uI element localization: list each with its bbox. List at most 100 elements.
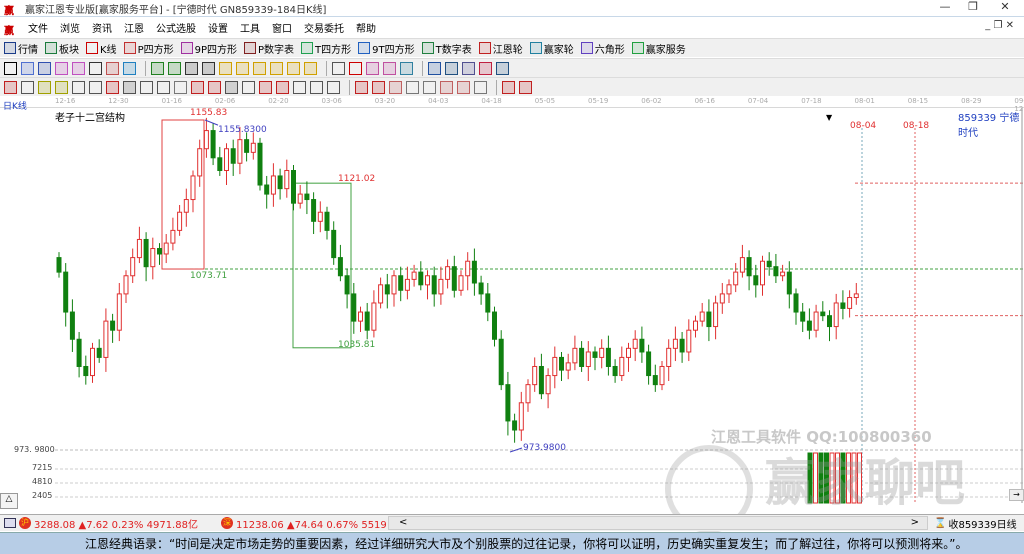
tool-icon-6[interactable] <box>106 80 119 94</box>
calculator-icon[interactable] <box>4 518 16 528</box>
tool-icon-15[interactable] <box>259 80 272 94</box>
candle-up <box>297 193 303 204</box>
toolbar-button-6[interactable]: T四方形 <box>301 41 351 56</box>
tool-icon-4[interactable] <box>72 80 85 94</box>
shenzhen-index[interactable]: 11238.06 ▲74.64 0.67% 5519.72亿 <box>236 516 386 531</box>
tool-icon-22[interactable] <box>400 61 413 75</box>
tool-icon-12[interactable] <box>219 61 232 75</box>
tool-icon-23[interactable] <box>406 80 419 94</box>
restore-button[interactable]: ❐ <box>958 0 988 16</box>
tool-icon-2[interactable] <box>38 80 51 94</box>
tool-icon-24[interactable] <box>445 61 458 75</box>
tool-icon-25[interactable] <box>462 61 475 75</box>
tool-icon-17[interactable] <box>293 80 306 94</box>
tool-icon-24[interactable] <box>423 80 436 94</box>
tool-icon-18[interactable] <box>310 80 323 94</box>
tool-icon-11[interactable] <box>191 80 204 94</box>
tool-icon-27[interactable] <box>474 80 487 94</box>
tool-icon-7[interactable] <box>123 80 136 94</box>
tool-icon-15[interactable] <box>270 61 283 75</box>
toolbar-button-11[interactable]: 六角形 <box>580 41 625 56</box>
kline-chart[interactable]: 老子十二宫结构 859339 宁德时代 ▼ 08-04 08-18 1155.8… <box>0 108 1024 533</box>
tool-icon-17[interactable] <box>304 61 317 75</box>
tool-icon-9[interactable] <box>168 61 181 75</box>
menu-item-8[interactable]: 交易委托 <box>304 20 344 35</box>
tool-icon-10[interactable] <box>174 80 187 94</box>
tool-icon-4[interactable] <box>72 61 85 75</box>
shanghai-index[interactable]: 3288.08 ▲7.62 0.23% 4971.88亿 <box>34 516 209 531</box>
low-line-label: 973.9800 <box>523 443 566 453</box>
tool-icon-27[interactable] <box>496 61 509 75</box>
toolbar-button-3[interactable]: P四方形 <box>123 41 174 56</box>
toolbar-button-2[interactable]: K线 <box>86 41 117 56</box>
tool-icon-25[interactable] <box>440 80 453 94</box>
mdi-controls[interactable]: _ ❐ ✕ <box>985 20 1014 31</box>
scroll-right-button[interactable]: > <box>911 517 919 528</box>
tool-icon-9[interactable] <box>157 80 170 94</box>
tool-icon-20[interactable] <box>355 80 368 94</box>
tool-icon-3[interactable] <box>55 80 68 94</box>
tool-icon-19[interactable] <box>349 61 362 75</box>
tool-icon-11[interactable] <box>202 61 215 75</box>
tool-icon-16[interactable] <box>287 61 300 75</box>
menu-item-9[interactable]: 帮助 <box>356 20 376 35</box>
menu-item-4[interactable]: 公式选股 <box>156 20 196 35</box>
tool-icon-1[interactable] <box>21 61 34 75</box>
tool-icon-12[interactable] <box>208 80 221 94</box>
tool-icon-14[interactable] <box>253 61 266 75</box>
tool-icon-8[interactable] <box>140 80 153 94</box>
candle-up <box>585 351 591 367</box>
tool-icon-7[interactable] <box>123 61 136 75</box>
tool-icon-8[interactable] <box>151 61 164 75</box>
menu-item-7[interactable]: 窗口 <box>272 20 292 35</box>
scroll-right-icon[interactable]: → <box>1009 489 1024 501</box>
toolbar-button-8[interactable]: T数字表 <box>421 41 472 56</box>
tool-icon-26[interactable] <box>457 80 470 94</box>
toolbar-button-4[interactable]: 9P四方形 <box>180 41 237 56</box>
menu-item-2[interactable]: 资讯 <box>92 20 112 35</box>
menu-item-3[interactable]: 江恩 <box>124 20 144 35</box>
horizontal-scrollbar[interactable]: < > <box>388 516 928 530</box>
tool-icon-28[interactable] <box>502 80 515 94</box>
tool-icon-2[interactable] <box>38 61 51 75</box>
toolbar-button-5[interactable]: P数字表 <box>244 41 294 56</box>
date-tick: 12-30 <box>108 97 129 105</box>
expand-button[interactable]: △ <box>0 493 18 509</box>
tool-icon-21[interactable] <box>383 61 396 75</box>
tool-icon-5[interactable] <box>89 80 102 94</box>
tool-icon-0[interactable] <box>4 80 17 94</box>
tool-icon-10[interactable] <box>185 61 198 75</box>
tool-icon-6[interactable] <box>106 61 119 75</box>
minimize-button[interactable]: — <box>930 0 960 16</box>
tool-icon-18[interactable] <box>332 61 345 75</box>
tool-icon-19[interactable] <box>327 80 340 94</box>
scroll-left-button[interactable]: < <box>399 517 407 528</box>
tool-icon-0[interactable] <box>4 61 17 75</box>
dropdown-arrow-icon[interactable]: ▼ <box>826 113 832 122</box>
menu-item-1[interactable]: 浏览 <box>60 20 80 35</box>
toolbar-button-0[interactable]: 行情 <box>4 41 38 56</box>
tool-icon-1[interactable] <box>21 80 34 94</box>
toolbar-button-10[interactable]: 赢家轮 <box>529 41 574 56</box>
menu-item-0[interactable]: 文件 <box>28 20 48 35</box>
tool-icon-16[interactable] <box>276 80 289 94</box>
toolbar-button-1[interactable]: 板块 <box>45 41 79 56</box>
tool-icon-5[interactable] <box>89 61 102 75</box>
tool-icon-23[interactable] <box>428 61 441 75</box>
tool-icon-29[interactable] <box>519 80 532 94</box>
toolbar-button-12[interactable]: 赢家服务 <box>631 41 686 56</box>
toolbar-button-9[interactable]: 江恩轮 <box>478 41 523 56</box>
menu-item-6[interactable]: 工具 <box>240 20 260 35</box>
tool-icon-22[interactable] <box>389 80 402 94</box>
tool-icon-13[interactable] <box>225 80 238 94</box>
tool-icon-3[interactable] <box>55 61 68 75</box>
tool-icon-21[interactable] <box>372 80 385 94</box>
tool-icon-20[interactable] <box>366 61 379 75</box>
menu-item-5[interactable]: 设置 <box>208 20 228 35</box>
tool-icon-14[interactable] <box>242 80 255 94</box>
candle-down <box>110 320 116 331</box>
toolbar-button-7[interactable]: 9T四方形 <box>358 41 415 56</box>
tool-icon-26[interactable] <box>479 61 492 75</box>
close-button[interactable]: ✕ <box>990 0 1020 16</box>
tool-icon-13[interactable] <box>236 61 249 75</box>
